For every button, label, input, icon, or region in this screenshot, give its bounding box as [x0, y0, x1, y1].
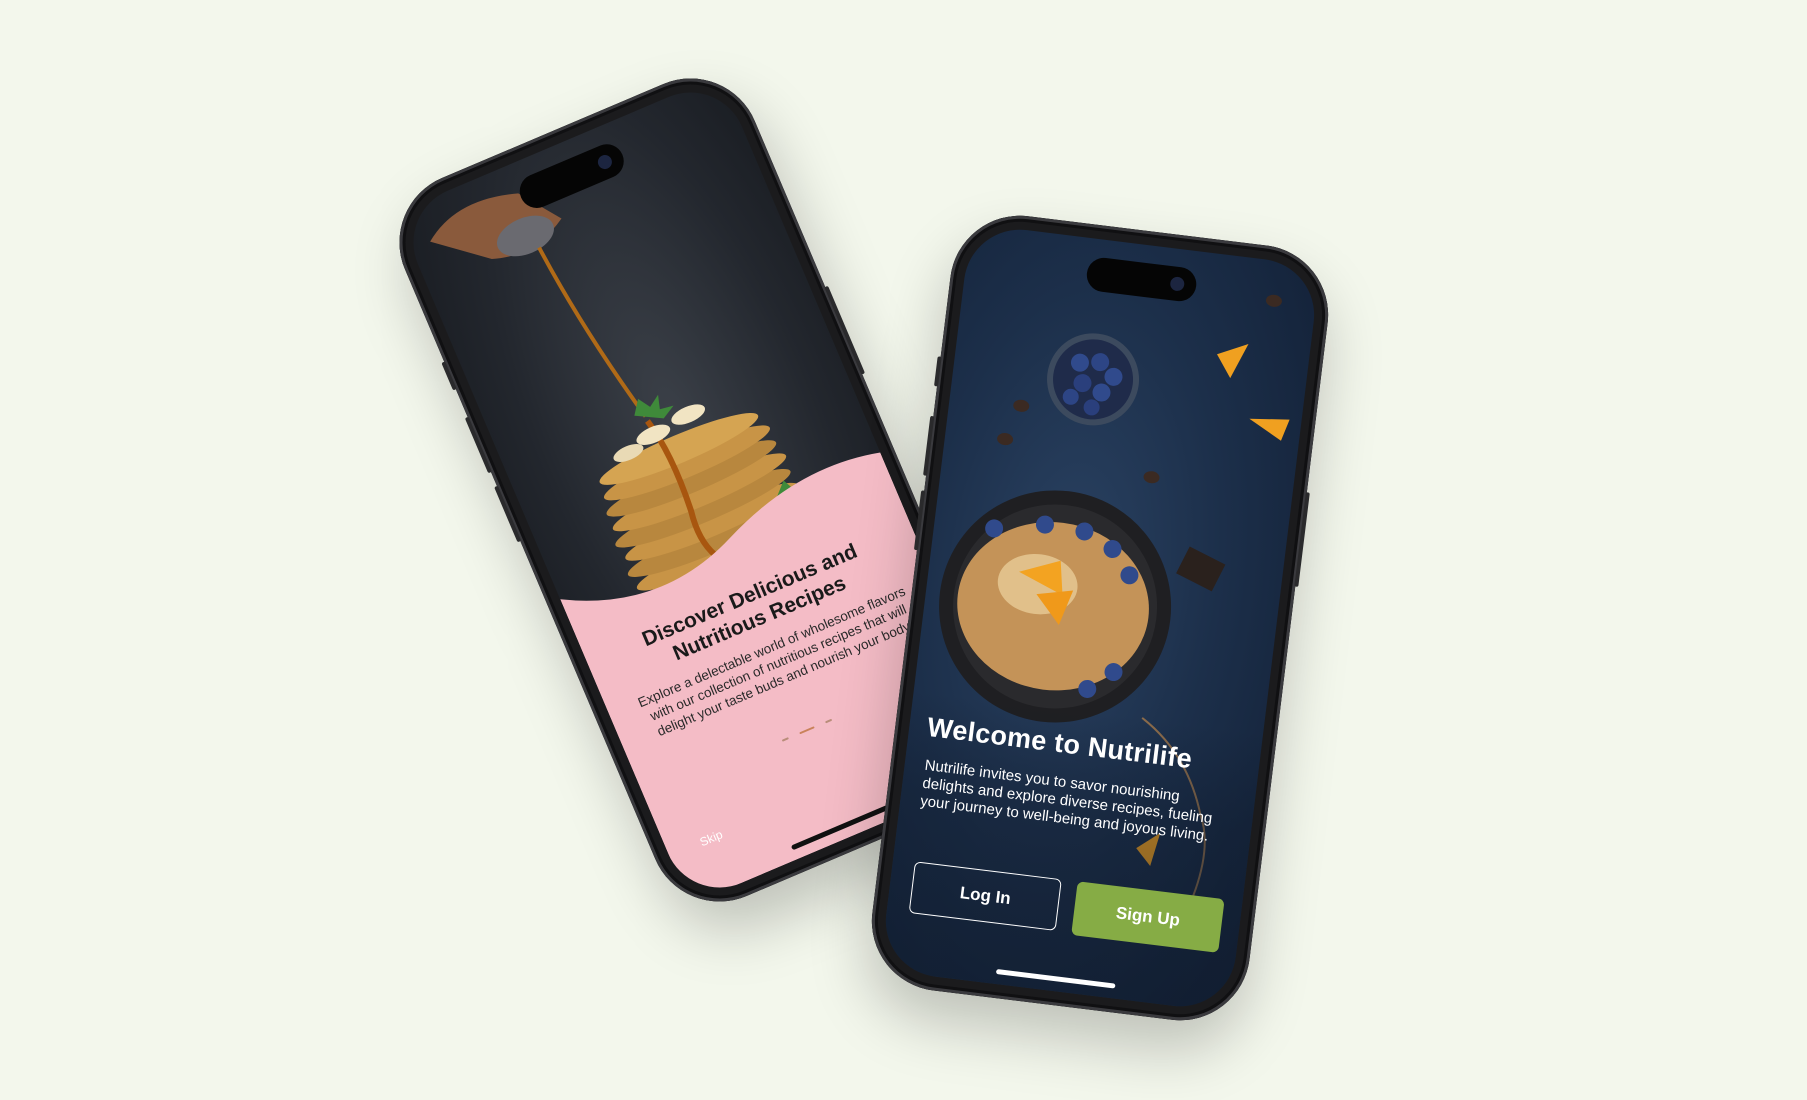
welcome-phone: Welcome to Nutrilife Nutrilife invites y…: [863, 207, 1337, 1029]
page-dot: [781, 737, 789, 742]
syrup-stream: [537, 246, 648, 418]
coffee-bean: [997, 433, 1014, 446]
welcome-screen: Welcome to Nutrilife Nutrilife invites y…: [879, 223, 1321, 1013]
orange-slice-photo: [1249, 418, 1290, 441]
side-button: [1294, 492, 1310, 587]
coffee-bean: [1143, 471, 1160, 484]
action-button: [441, 361, 457, 391]
banana-slice: [671, 404, 706, 425]
page-dot-active: [799, 725, 815, 735]
volume-up-button: [923, 415, 935, 476]
chocolate-piece: [1176, 546, 1226, 592]
orange-slice-photo: [1217, 344, 1249, 379]
coffee-bean: [1013, 399, 1030, 412]
page-dot: [825, 718, 833, 723]
mint-leaves: [634, 394, 674, 419]
coffee-bean: [1265, 294, 1282, 307]
blueberry-bowl-photo: [1047, 333, 1140, 426]
action-button: [934, 356, 942, 387]
